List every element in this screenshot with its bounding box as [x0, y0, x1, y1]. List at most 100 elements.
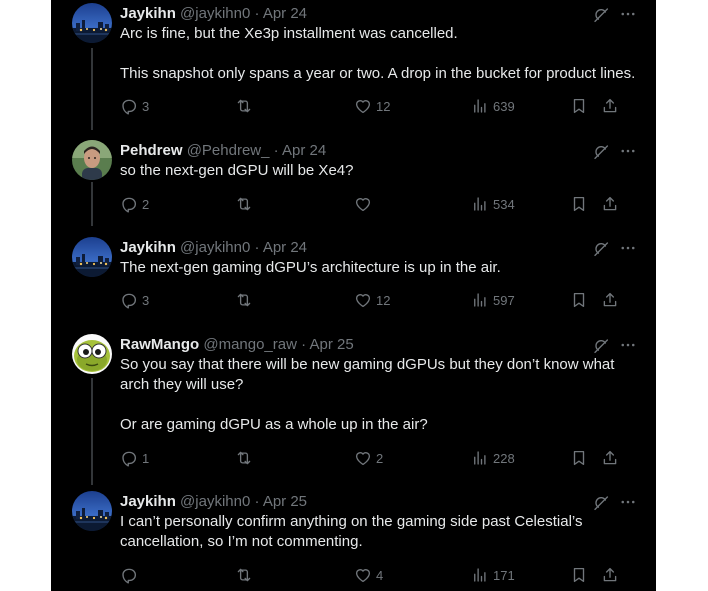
share-button[interactable] — [601, 447, 619, 469]
tweet[interactable]: Pehdrew @Pehdrew_ · Apr 24 so the next-ge… — [51, 140, 656, 215]
reply-button[interactable] — [120, 564, 142, 586]
retweet-button[interactable] — [234, 447, 258, 469]
tweet-header: Jaykihn @jaykihn0 · Apr 24 — [120, 238, 307, 258]
more-icon[interactable] — [618, 5, 638, 23]
tweet-date[interactable]: Apr 24 — [263, 239, 307, 256]
avatar[interactable] — [72, 237, 112, 277]
tweet-date[interactable]: Apr 24 — [263, 5, 307, 22]
like-button[interactable] — [354, 193, 376, 215]
reply-icon — [120, 566, 138, 584]
user-handle[interactable]: @jaykihn0 — [180, 493, 250, 510]
share-button[interactable] — [601, 95, 619, 117]
tweet-header: RawMango @mango_raw · Apr 25 — [120, 335, 354, 355]
views-count: 534 — [493, 196, 515, 212]
retweet-icon — [234, 195, 254, 213]
tweet-header: Jaykihn @jaykihn0 · Apr 25 — [120, 492, 307, 512]
bookmark-button[interactable] — [570, 564, 588, 586]
bookmark-button[interactable] — [570, 447, 588, 469]
separator-dot: · — [250, 239, 263, 256]
likes-count: 12 — [376, 98, 391, 114]
avatar[interactable] — [72, 3, 112, 43]
bookmark-icon — [570, 565, 588, 585]
tweet-date[interactable]: Apr 25 — [263, 493, 307, 510]
views-chart-icon — [471, 566, 489, 584]
views-chart-icon — [471, 291, 489, 309]
heart-icon — [354, 97, 372, 115]
tweet-text: I can’t personally confirm anything on t… — [120, 513, 583, 550]
retweet-button[interactable] — [234, 95, 258, 117]
user-handle[interactable]: @mango_raw — [203, 336, 297, 353]
more-icon[interactable] — [618, 142, 638, 160]
tweet[interactable]: RawMango @mango_raw · Apr 25 So you say t… — [51, 334, 656, 469]
avatar[interactable] — [72, 334, 112, 374]
bookmark-button[interactable] — [570, 193, 588, 215]
bookmark-button[interactable] — [570, 289, 588, 311]
like-button[interactable]: 4 — [354, 564, 383, 586]
reply-icon — [120, 195, 138, 213]
grok-icon[interactable] — [592, 337, 610, 355]
reply-button[interactable]: 2 — [120, 193, 149, 215]
tweet-date[interactable]: Apr 25 — [309, 336, 353, 353]
tweet[interactable]: Jaykihn @jaykihn0 · Apr 24 Arc is fine, b… — [51, 3, 656, 117]
tweet-text: So you say that there will be new gaming… — [120, 356, 615, 433]
views-button[interactable]: 597 — [471, 289, 515, 311]
reply-button[interactable]: 3 — [120, 289, 149, 311]
user-handle[interactable]: @jaykihn0 — [180, 5, 250, 22]
views-button[interactable]: 639 — [471, 95, 515, 117]
heart-icon — [354, 449, 372, 467]
reply-button[interactable]: 3 — [120, 95, 149, 117]
views-count: 639 — [493, 98, 515, 114]
display-name[interactable]: Pehdrew — [120, 142, 183, 159]
more-icon[interactable] — [618, 239, 638, 257]
more-icon[interactable] — [618, 493, 638, 511]
views-button[interactable]: 228 — [471, 447, 515, 469]
share-button[interactable] — [601, 564, 619, 586]
avatar[interactable] — [72, 140, 112, 180]
views-button[interactable]: 534 — [471, 193, 515, 215]
reply-icon — [120, 97, 138, 115]
views-button[interactable]: 171 — [471, 564, 515, 586]
share-button[interactable] — [601, 193, 619, 215]
replies-count: 3 — [142, 98, 150, 114]
share-icon — [601, 194, 619, 214]
tweet[interactable]: Jaykihn @jaykihn0 · Apr 25 I can’t person… — [51, 491, 656, 586]
grok-icon[interactable] — [592, 494, 610, 512]
bookmark-icon — [570, 448, 588, 468]
reply-button[interactable]: 1 — [120, 447, 149, 469]
like-button[interactable]: 12 — [354, 95, 390, 117]
display-name[interactable]: Jaykihn — [120, 5, 176, 22]
tweet-date[interactable]: Apr 24 — [282, 142, 326, 159]
reply-icon — [120, 449, 138, 467]
grok-icon[interactable] — [592, 240, 610, 258]
share-button[interactable] — [601, 289, 619, 311]
avatar[interactable] — [72, 491, 112, 531]
bookmark-button[interactable] — [570, 95, 588, 117]
retweet-icon — [234, 566, 254, 584]
views-chart-icon — [471, 449, 489, 467]
like-button[interactable]: 2 — [354, 447, 383, 469]
share-icon — [601, 96, 619, 116]
heart-icon — [354, 566, 372, 584]
display-name[interactable]: Jaykihn — [120, 239, 176, 256]
grok-icon[interactable] — [592, 6, 610, 24]
views-count: 171 — [493, 567, 515, 583]
retweet-icon — [234, 291, 254, 309]
display-name[interactable]: Jaykihn — [120, 493, 176, 510]
more-icon[interactable] — [618, 336, 638, 354]
like-button[interactable]: 12 — [354, 289, 390, 311]
tweet-actions: 2 534 — [120, 193, 640, 215]
retweet-button[interactable] — [234, 289, 258, 311]
user-handle[interactable]: @jaykihn0 — [180, 239, 250, 256]
bookmark-icon — [570, 290, 588, 310]
tweet-text: Arc is fine, but the Xe3p installment wa… — [120, 25, 636, 82]
grok-icon[interactable] — [592, 143, 610, 161]
retweet-button[interactable] — [234, 564, 258, 586]
separator-dot: · — [296, 336, 310, 353]
tweet[interactable]: Jaykihn @jaykihn0 · Apr 24 The next-gen g… — [51, 237, 656, 311]
retweet-button[interactable] — [234, 193, 258, 215]
reply-icon — [120, 291, 138, 309]
tweet-text: The next-gen gaming dGPU’s architecture … — [120, 259, 501, 276]
user-handle[interactable]: @Pehdrew_ — [187, 142, 270, 159]
display-name[interactable]: RawMango — [120, 336, 199, 353]
tweet-header: Pehdrew @Pehdrew_ · Apr 24 — [120, 141, 326, 161]
